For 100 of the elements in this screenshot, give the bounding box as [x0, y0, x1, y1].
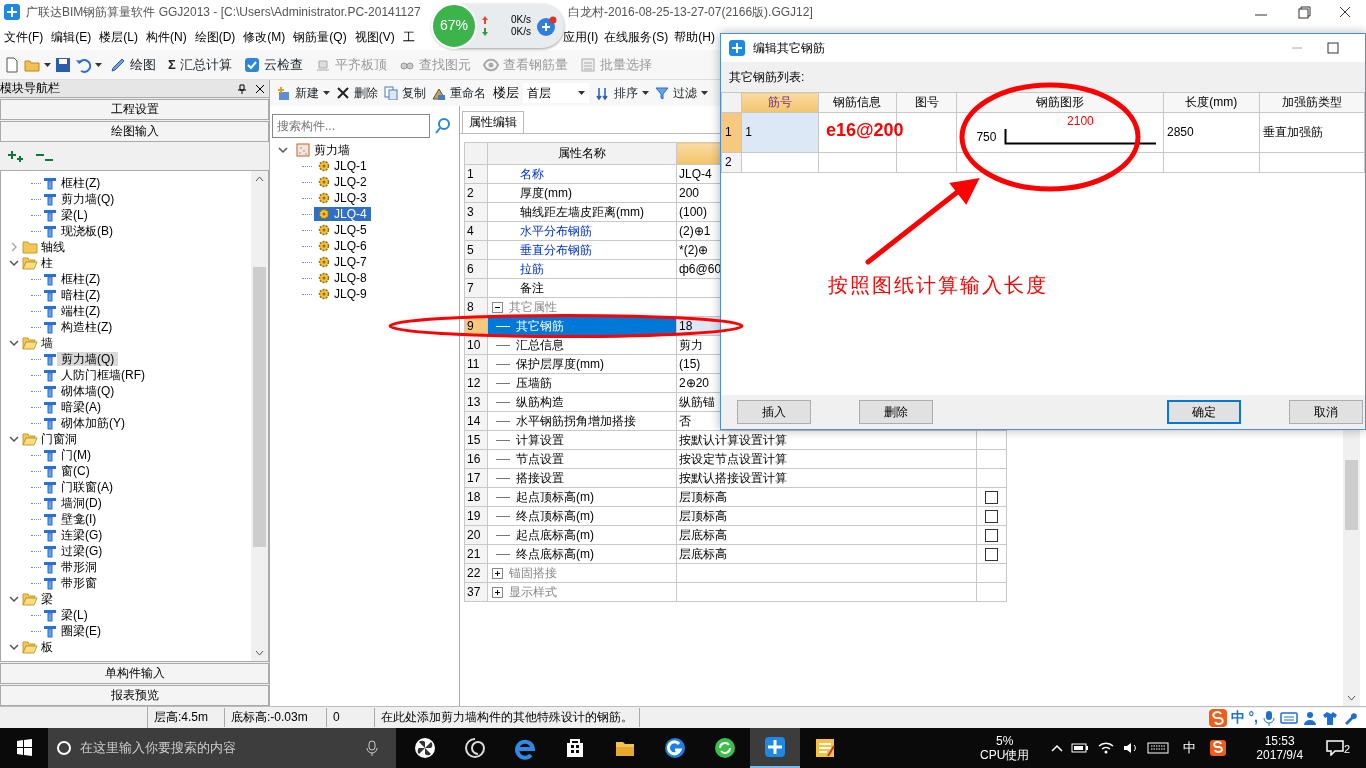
scroll-thumb[interactable] [253, 267, 266, 547]
caret-icon[interactable] [95, 62, 102, 67]
menu-item[interactable]: 在线服务(S) [601, 29, 672, 45]
menu-item[interactable]: 文件(F) [0, 29, 48, 45]
dialog-button[interactable]: 插入 [737, 400, 811, 424]
section-button[interactable]: 报表预览 [0, 685, 269, 706]
property-name[interactable]: 汇总信息 [516, 337, 564, 352]
section-button[interactable]: 工程设置 [0, 99, 269, 120]
property-name[interactable]: 搭接设置 [516, 470, 564, 485]
tree-item[interactable]: 框柱(Z) [57, 271, 105, 287]
tree-item[interactable]: 框柱(Z) [57, 175, 105, 191]
fan-icon[interactable] [413, 736, 437, 760]
toolbar-button[interactable]: 过滤 [652, 82, 711, 104]
chevron-down-icon[interactable] [9, 258, 19, 268]
app-icon[interactable] [763, 735, 787, 759]
tab[interactable]: 属性编辑 [462, 111, 524, 133]
chevron-down-icon[interactable] [278, 145, 288, 155]
menu-item[interactable]: 编辑(E) [47, 29, 96, 45]
keyboard-icon[interactable] [1280, 710, 1298, 725]
tree-folder[interactable]: 板 [41, 639, 53, 655]
tree-item[interactable]: 端柱(Z) [57, 303, 105, 319]
undo-icon[interactable] [75, 56, 91, 73]
ime-logo-icon[interactable] [1210, 740, 1227, 756]
tree-item[interactable]: 带形洞 [57, 559, 101, 575]
tree-folder[interactable]: 剪力墙 [314, 142, 350, 158]
spiral-icon[interactable] [663, 736, 687, 760]
tree-item[interactable]: 暗梁(A) [57, 399, 105, 415]
property-value[interactable]: 层底标高 [679, 546, 727, 561]
property-value[interactable]: 剪力 [679, 337, 703, 352]
tree-item[interactable]: 壁龛(I) [57, 511, 101, 527]
checkbox[interactable] [985, 548, 998, 562]
property-value[interactable]: 2⊕20 [679, 375, 710, 390]
ime-language[interactable]: 中 [1183, 740, 1197, 756]
column-header[interactable]: 加强筋类型 [1259, 92, 1365, 113]
tree-item[interactable]: 砌体加筋(Y) [57, 415, 129, 431]
checkbox[interactable] [985, 491, 998, 505]
chevron-down-icon[interactable] [9, 338, 19, 348]
wifi-icon[interactable] [1097, 741, 1116, 755]
tree-item[interactable]: JLQ-2 [314, 174, 371, 190]
clock[interactable]: 15:53 2017/9/4 [1256, 733, 1304, 763]
notification-icon[interactable] [1325, 740, 1344, 756]
tree-item[interactable]: JLQ-4 [314, 206, 371, 222]
tree-item[interactable]: 门联窗(A) [57, 479, 117, 495]
tree-item[interactable]: JLQ-9 [314, 286, 371, 302]
property-value[interactable]: JLQ-4 [679, 166, 712, 181]
toolbar-button[interactable]: 绘图 [106, 52, 160, 77]
spiral-icon[interactable] [463, 736, 487, 760]
menu-item[interactable]: 帮助(H) [671, 29, 718, 45]
property-name[interactable]: 锚固搭接 [509, 565, 557, 580]
property-value[interactable]: 200 [679, 185, 700, 200]
menu-item[interactable]: 工 [398, 29, 419, 45]
toolbar-button[interactable]: 云检查 [239, 52, 307, 77]
tree-item[interactable]: 墙洞(D) [57, 495, 106, 511]
tree-item[interactable]: 窗(C) [57, 463, 94, 479]
menu-item[interactable]: 绘图(D) [190, 29, 240, 45]
dialog-button[interactable]: 取消 [1289, 400, 1363, 424]
plus-icon[interactable] [492, 587, 503, 599]
property-name[interactable]: 名称 [520, 166, 544, 181]
property-value[interactable]: (15) [679, 356, 701, 371]
tree-item[interactable]: 带形窗 [57, 575, 101, 591]
dialog-button[interactable]: 确定 [1167, 400, 1241, 424]
menu-item[interactable]: 构件(N) [142, 29, 191, 45]
menu-item[interactable]: 修改(M) [239, 29, 290, 45]
tree-item[interactable]: JLQ-5 [314, 222, 371, 238]
tree-item[interactable]: 圈梁(E) [57, 623, 105, 639]
property-name[interactable]: 压墙筋 [516, 375, 552, 390]
tree-item[interactable]: 砌体墙(Q) [57, 383, 119, 399]
chevron-down-icon[interactable] [9, 642, 19, 652]
property-name[interactable]: 备注 [520, 280, 544, 295]
menu-item[interactable]: 视图(V) [350, 29, 399, 45]
scroll-thumb[interactable] [1345, 460, 1358, 530]
tree-item[interactable]: JLQ-1 [314, 158, 371, 174]
tree-item[interactable]: 过梁(G) [57, 543, 107, 559]
dialog-button[interactable]: 删除 [859, 400, 933, 424]
refresh-icon[interactable] [713, 736, 737, 760]
search-icon[interactable] [434, 117, 452, 135]
section-button[interactable]: 单构件输入 [0, 663, 269, 684]
property-name[interactable]: 其它属性 [509, 299, 557, 314]
table-cell[interactable]: 1 [745, 125, 752, 140]
taskbar-search-field[interactable]: 在这里输入你要搜索的内容 [48, 728, 396, 768]
property-value[interactable]: (100) [679, 204, 707, 219]
menu-item[interactable]: 应用(I) [560, 29, 602, 45]
tree-item[interactable]: 剪力墙(Q) [57, 191, 119, 207]
tree-folder[interactable]: 墙 [41, 335, 53, 351]
tree-item[interactable]: 梁(L) [57, 207, 92, 223]
column-header[interactable]: 钢筋信息 [818, 92, 897, 113]
property-value[interactable]: *(2)⊕ [679, 242, 709, 257]
microphone-icon[interactable] [1262, 709, 1276, 726]
section-button[interactable]: 绘图输入 [0, 121, 269, 142]
toolbar-button[interactable]: 删除 [333, 82, 381, 104]
menu-item[interactable]: 钢筋量(Q) [289, 29, 351, 45]
maximize-icon[interactable] [1327, 42, 1339, 54]
tree-item[interactable]: 人防门框墙(RF) [57, 367, 149, 383]
scrollbar[interactable] [251, 171, 268, 661]
property-name[interactable]: 计算设置 [516, 432, 564, 447]
tree-item[interactable]: 暗柱(Z) [57, 287, 105, 303]
property-value[interactable]: 层顶标高 [679, 489, 727, 504]
tree-item[interactable]: 门(M) [57, 447, 95, 463]
table-cell[interactable]: 2850 [1166, 125, 1194, 140]
toolbar-button[interactable]: Σ 汇总计算 [164, 52, 236, 77]
